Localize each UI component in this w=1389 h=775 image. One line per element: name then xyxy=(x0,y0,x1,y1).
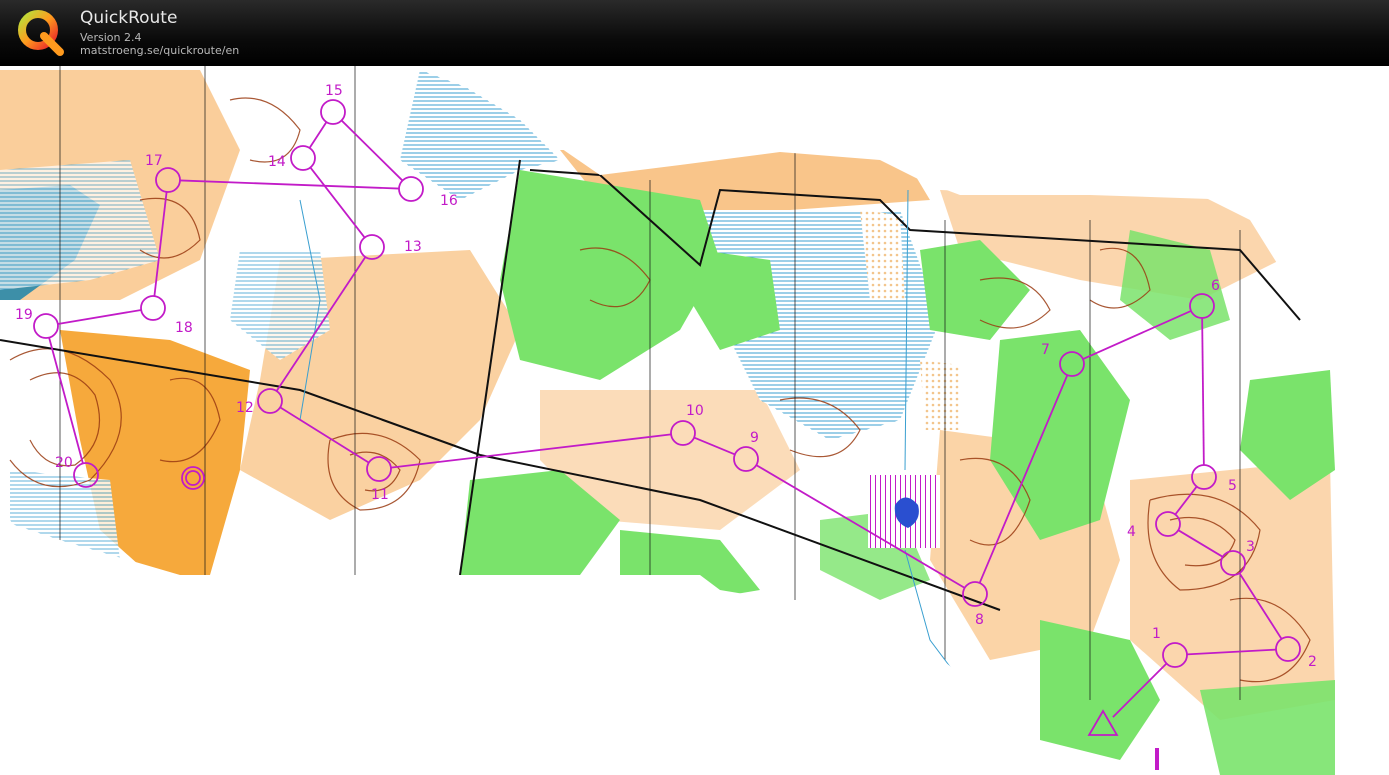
app-version: Version 2.4 xyxy=(80,31,142,44)
orienteering-map[interactable]: 1234567891011121314151617181920 xyxy=(0,66,1389,775)
app-url-link[interactable]: matstroeng.se/quickroute/en xyxy=(80,44,239,57)
control-number-17: 17 xyxy=(145,153,163,169)
control-number-10: 10 xyxy=(686,403,704,419)
control-number-1: 1 xyxy=(1152,626,1161,642)
control-number-20: 20 xyxy=(55,455,73,471)
control-number-14: 14 xyxy=(268,154,286,170)
control-number-2: 2 xyxy=(1308,654,1317,670)
control-number-6: 6 xyxy=(1211,278,1220,294)
map-terrain xyxy=(0,66,1335,775)
control-number-9: 9 xyxy=(750,430,759,446)
app-title: QuickRoute xyxy=(80,8,178,28)
control-number-18: 18 xyxy=(175,320,193,336)
control-number-3: 3 xyxy=(1246,539,1255,555)
app-header: QuickRoute Version 2.4 matstroeng.se/qui… xyxy=(0,0,1389,66)
control-number-16: 16 xyxy=(440,193,458,209)
control-number-13: 13 xyxy=(404,239,422,255)
control-number-4: 4 xyxy=(1127,524,1136,540)
control-number-12: 12 xyxy=(236,400,254,416)
control-number-5: 5 xyxy=(1228,478,1237,494)
quickroute-logo-icon xyxy=(18,10,64,56)
control-number-7: 7 xyxy=(1041,342,1050,358)
control-number-11: 11 xyxy=(371,487,389,503)
control-number-19: 19 xyxy=(15,307,33,323)
control-number-8: 8 xyxy=(975,612,984,628)
control-number-15: 15 xyxy=(325,83,343,99)
